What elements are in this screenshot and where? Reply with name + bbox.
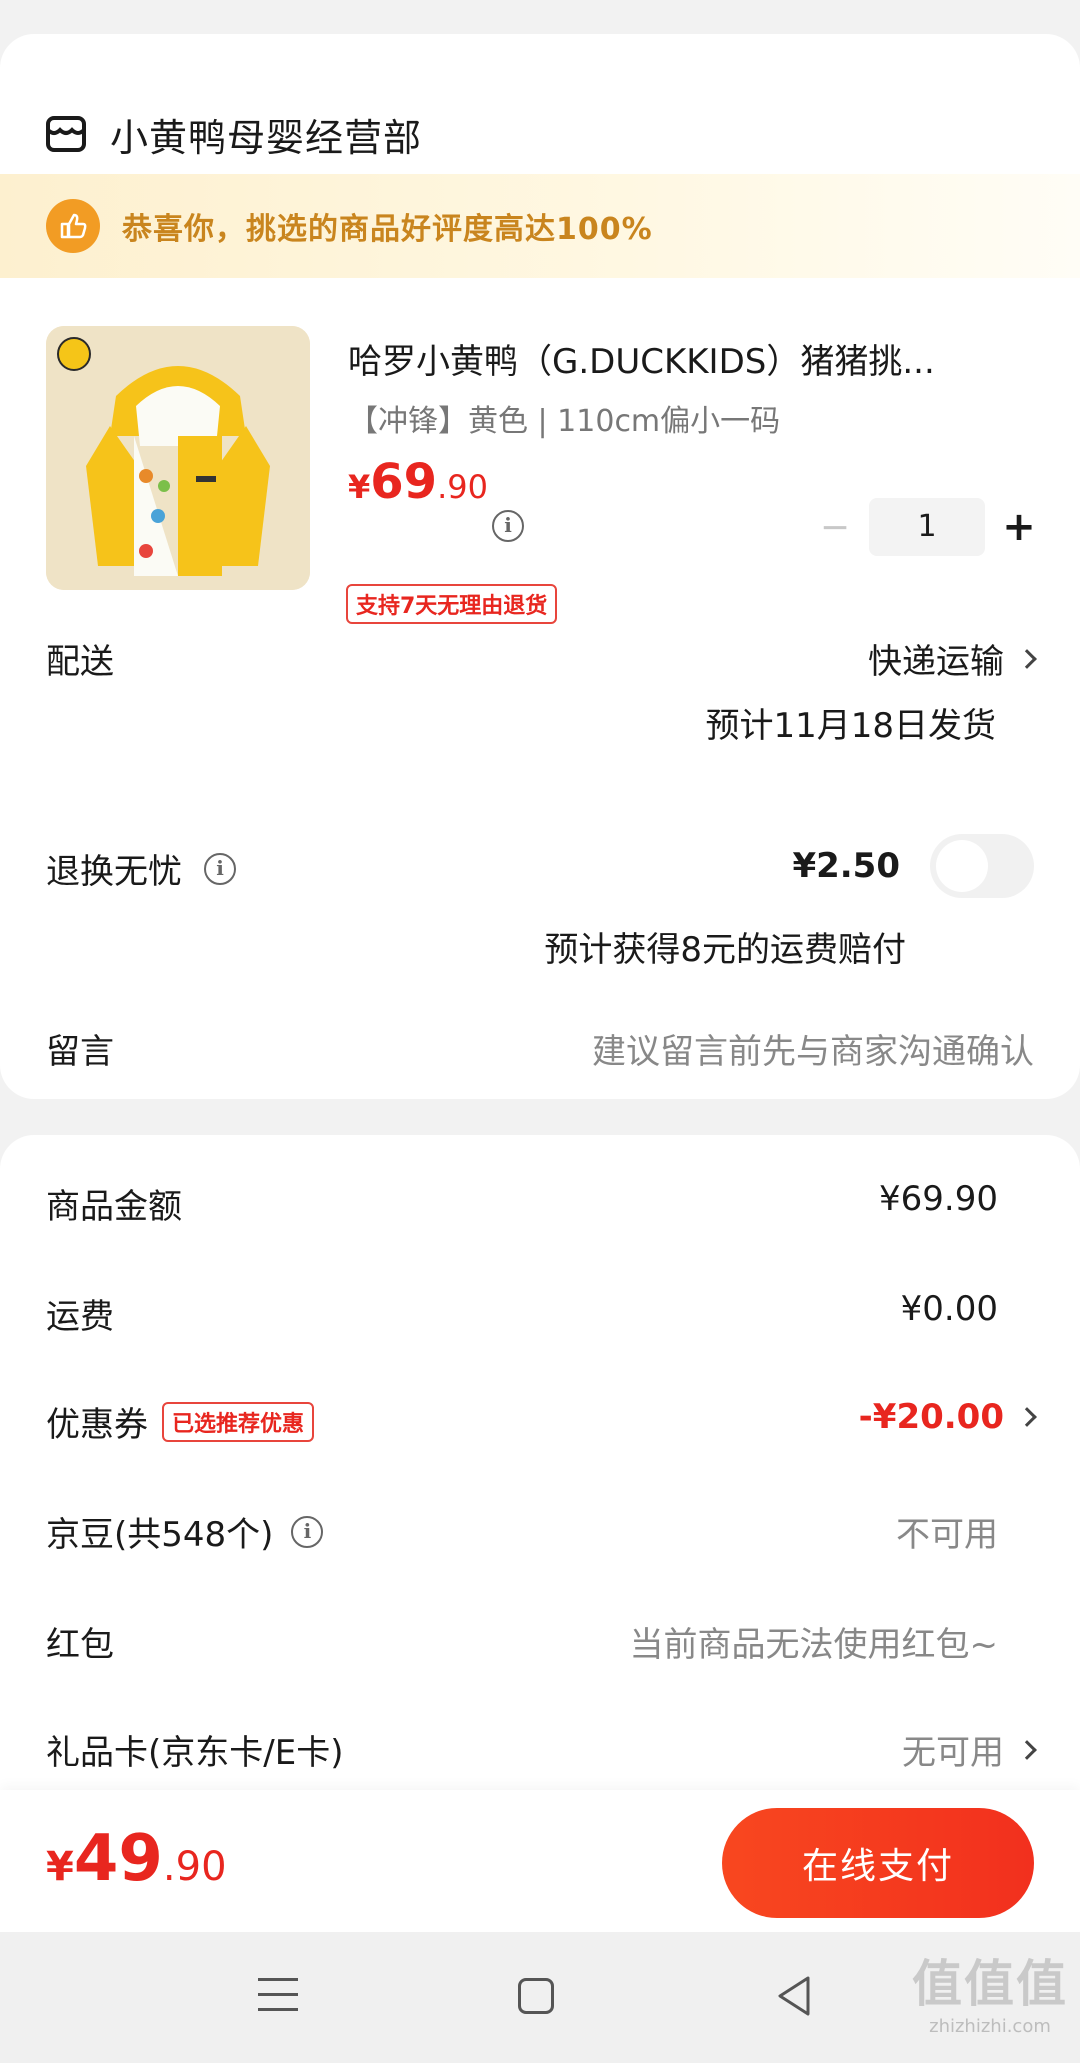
coupon-selector[interactable]: -¥20.00 — [858, 1397, 1037, 1437]
watermark-url: zhizhizhi.com — [929, 2016, 1051, 2037]
shipping-value: ¥0.00 — [900, 1289, 998, 1329]
return-insurance-price: ¥2.50 — [792, 846, 900, 886]
home-icon[interactable] — [518, 1978, 554, 2014]
total-price: ¥ 49 .90 — [46, 1822, 227, 1896]
coupon-label: 优惠券 已选推荐优惠 — [46, 1397, 315, 1446]
price-symbol: ¥ — [348, 468, 371, 506]
coupon-label-text: 优惠券 — [46, 1405, 148, 1445]
watermark: 值值值 zhizhizhi.com — [912, 1944, 1068, 2037]
shipping-label: 运费 — [46, 1297, 114, 1337]
chevron-right-icon — [1017, 648, 1037, 669]
return-insurance-control: ¥2.50 — [792, 834, 1034, 898]
beans-value: 不可用 — [896, 1515, 998, 1555]
total-symbol: ¥ — [46, 1844, 74, 1890]
menu-icon[interactable] — [258, 1978, 298, 2023]
giftcard-value: 无可用 — [902, 1733, 1004, 1773]
rating-banner: 恭喜你，挑选的商品好评度高达100% — [0, 174, 1080, 278]
banner-text: 恭喜你，挑选的商品好评度高达100% — [122, 212, 653, 247]
return-insurance-note: 预计获得8元的运费赔付 — [544, 930, 906, 970]
back-icon[interactable] — [774, 1974, 814, 2018]
total-decimal: .90 — [162, 1844, 227, 1890]
message-input[interactable]: 建议留言前先与商家沟通确认 — [592, 1024, 1034, 1073]
goods-amount-value: ¥69.90 — [879, 1179, 998, 1219]
price-decimal: .90 — [437, 468, 488, 506]
order-card: 小黄鸭母婴经营部 恭喜你，挑选的商品好评度高达100% 哈罗小黄鸭（G.DUCK… — [0, 34, 1080, 1099]
increase-button[interactable]: + — [999, 504, 1039, 550]
delivery-method-text: 快递运输 — [868, 642, 1004, 682]
chevron-right-icon — [1017, 1739, 1037, 1760]
redpacket-value: 当前商品无法使用红包~ — [629, 1625, 999, 1665]
beans-label-text: 京豆(共548个) — [46, 1515, 274, 1555]
coupon-value: -¥20.00 — [858, 1397, 1004, 1437]
info-icon[interactable]: i — [291, 1515, 324, 1548]
return-insurance-label: 退换无忧 i — [46, 844, 236, 893]
coupon-tag: 已选推荐优惠 — [162, 1401, 315, 1442]
delivery-label: 配送 — [46, 642, 114, 682]
system-nav-bar: 值值值 zhizhizhi.com — [0, 1932, 1080, 2063]
store-icon — [46, 116, 86, 152]
decrease-button[interactable]: − — [815, 507, 855, 548]
product-price: ¥ 69 .90 — [348, 454, 488, 510]
price-integer: 69 — [370, 454, 438, 510]
return-insurance-text: 退换无忧 — [46, 852, 182, 892]
product-title[interactable]: 哈罗小黄鸭（G.DUCKKIDS）猪猪挑... — [348, 334, 935, 383]
giftcard-selector[interactable]: 无可用 — [902, 1725, 1037, 1774]
product-spec[interactable]: 【冲锋】黄色 | 110cm偏小一码 — [348, 396, 780, 440]
total-integer: 49 — [73, 1822, 163, 1896]
goods-amount-label: 商品金额 — [46, 1187, 182, 1227]
return-insurance-toggle[interactable] — [930, 834, 1034, 898]
delivery-eta: 预计11月18日发货 — [705, 706, 996, 746]
quantity-input[interactable]: 1 — [869, 498, 985, 556]
product-image[interactable] — [46, 326, 310, 590]
beans-label: 京豆(共548个) i — [46, 1507, 324, 1556]
return-policy-tag: 支持7天无理由退货 — [346, 584, 558, 624]
message-label: 留言 — [46, 1032, 114, 1072]
watermark-logo: 值值值 — [912, 1955, 1068, 2013]
checkout-bar: ¥ 49 .90 在线支付 — [0, 1790, 1080, 1932]
thumbs-up-icon — [46, 199, 100, 253]
toggle-knob — [936, 840, 988, 892]
store-name: 小黄鸭母婴经营部 — [110, 115, 423, 160]
delivery-method[interactable]: 快递运输 — [868, 634, 1037, 683]
quantity-stepper: − 1 + — [815, 498, 1039, 556]
giftcard-label: 礼品卡(京东卡/E卡) — [46, 1733, 344, 1773]
price-info-icon[interactable]: i — [492, 510, 524, 542]
chevron-right-icon — [1017, 1407, 1037, 1427]
price-summary-card: 商品金额 ¥69.90 运费 ¥0.00 优惠券 已选推荐优惠 -¥20.00 … — [0, 1135, 1080, 1835]
redpacket-label: 红包 — [46, 1625, 114, 1665]
pay-online-button[interactable]: 在线支付 — [722, 1808, 1034, 1918]
info-icon[interactable]: i — [204, 852, 236, 885]
